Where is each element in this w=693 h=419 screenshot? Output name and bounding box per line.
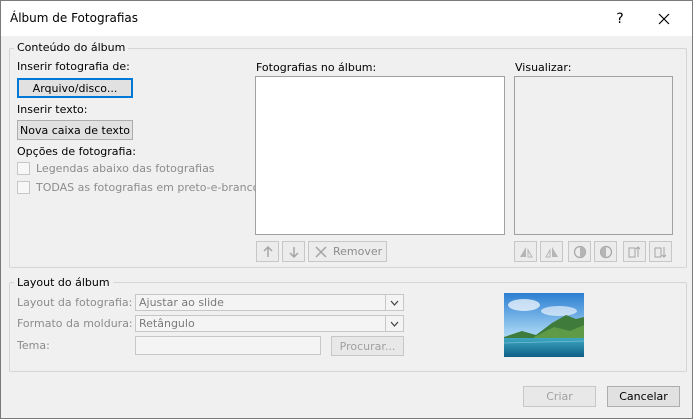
title-bar: Álbum de Fotografias ? — [1, 1, 692, 36]
create-button[interactable]: Criar — [523, 386, 596, 407]
close-icon — [658, 13, 670, 25]
delete-x-icon — [315, 245, 327, 258]
black-white-checkbox[interactable] — [17, 181, 30, 194]
new-textbox-button[interactable]: Nova caixa de texto — [17, 120, 133, 140]
preview-label: Visualizar: — [515, 61, 572, 74]
contrast-button[interactable] — [568, 241, 591, 262]
brightness-down-button[interactable] — [649, 241, 672, 262]
insert-photo-label: Inserir fotografia de: — [17, 60, 130, 73]
dialog-title: Álbum de Fotografias — [10, 11, 139, 25]
remove-button-label: Remover — [333, 245, 383, 258]
layout-preview-image — [504, 293, 584, 357]
brightness-up-button[interactable] — [623, 241, 646, 262]
captions-checkbox[interactable] — [17, 162, 30, 175]
rotate-right-button[interactable] — [540, 241, 563, 262]
photos-in-album-label: Fotografias no álbum: — [256, 61, 377, 74]
chevron-down-icon — [385, 316, 403, 331]
rotate-left-button[interactable] — [514, 241, 537, 262]
insert-text-label: Inserir texto: — [17, 103, 88, 116]
photo-album-dialog: Álbum de Fotografias ? Conteúdo do álbum… — [0, 0, 693, 419]
move-up-button[interactable] — [256, 241, 279, 262]
album-layout-group-label: Layout do álbum — [14, 276, 113, 289]
close-button[interactable] — [650, 7, 678, 31]
brightness-up-icon — [628, 245, 640, 257]
theme-input[interactable] — [135, 336, 321, 355]
rotate-right-icon — [544, 246, 558, 257]
chevron-down-icon — [385, 295, 403, 310]
album-content-group-label: Conteúdo do álbum — [14, 41, 129, 54]
brightness-down-icon — [654, 246, 666, 258]
black-white-option-label: TODAS as fotografias em preto-e-branco — [36, 181, 260, 194]
captions-option-label: Legendas abaixo das fotografias — [36, 162, 215, 175]
browse-button[interactable]: Procurar... — [331, 336, 404, 356]
file-disk-button[interactable]: Arquivo/disco... — [17, 78, 133, 98]
photo-layout-label: Layout da fotografia: — [17, 296, 133, 309]
rotate-left-icon — [519, 246, 533, 257]
photo-options-label: Opções de fotografia: — [17, 145, 136, 158]
brightness-icon — [599, 245, 612, 258]
frame-shape-label: Formato da moldura: — [17, 317, 133, 330]
brightness-button[interactable] — [594, 241, 617, 262]
photo-layout-select[interactable]: Ajustar ao slide — [135, 294, 404, 311]
frame-shape-select[interactable]: Retângulo — [135, 315, 404, 332]
move-down-button[interactable] — [282, 241, 305, 262]
help-button[interactable]: ? — [606, 7, 634, 31]
frame-shape-value: Retângulo — [139, 317, 195, 330]
contrast-icon — [573, 245, 586, 258]
preview-pane — [514, 76, 673, 235]
arrow-down-icon — [288, 246, 299, 258]
photo-layout-value: Ajustar ao slide — [139, 296, 224, 309]
theme-label: Tema: — [17, 339, 50, 352]
arrow-up-icon — [262, 245, 273, 257]
cancel-button[interactable]: Cancelar — [607, 386, 680, 407]
photos-in-album-list[interactable] — [255, 76, 505, 235]
remove-button[interactable]: Remover — [308, 241, 387, 262]
